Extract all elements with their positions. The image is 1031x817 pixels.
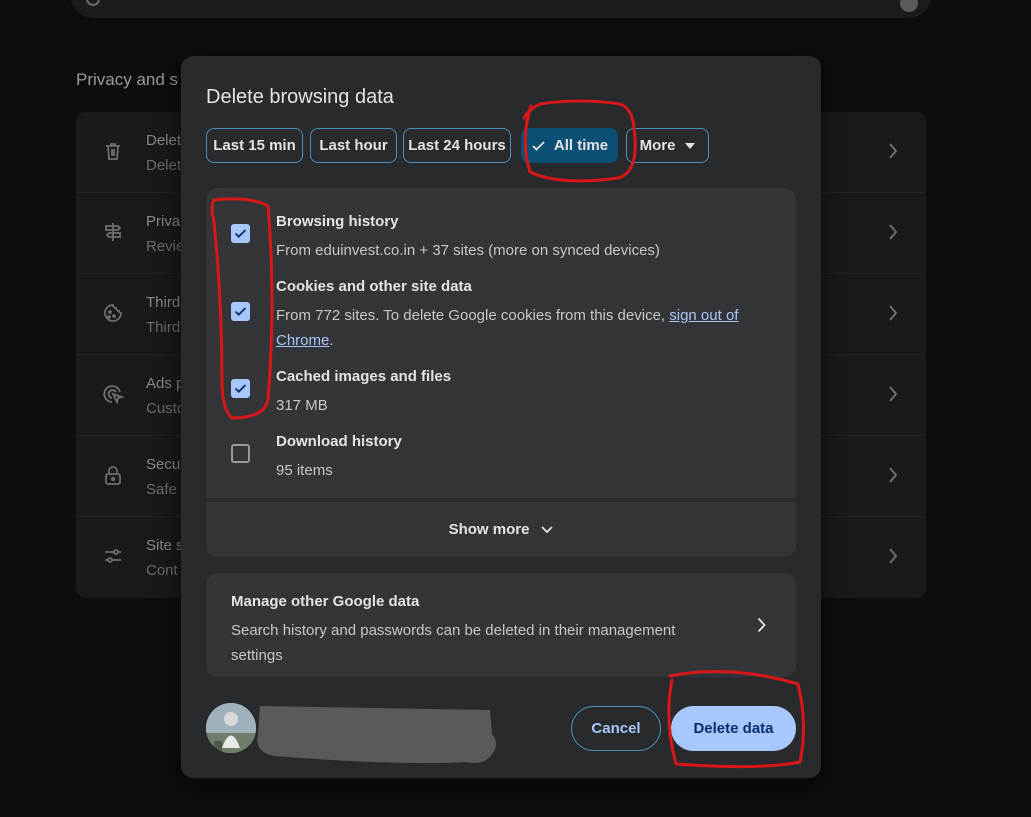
chip-last-15-min[interactable]: Last 15 min xyxy=(206,128,303,163)
clear-search-icon[interactable] xyxy=(900,0,918,12)
chevron-right-icon xyxy=(888,547,898,565)
chip-label: More xyxy=(639,137,676,154)
check-icon xyxy=(532,141,545,151)
chip-all-time[interactable]: All time xyxy=(521,128,618,163)
chip-last-hour[interactable]: Last hour xyxy=(310,128,397,163)
data-type-desc: From 772 sites. To delete Google cookies… xyxy=(276,303,776,353)
desc-text: . xyxy=(329,332,334,349)
chevron-right-icon xyxy=(888,466,898,484)
data-type-title: Browsing history xyxy=(276,213,399,230)
chevron-right-icon xyxy=(757,617,766,633)
manage-desc: Search history and passwords can be dele… xyxy=(231,622,676,664)
chevron-right-icon xyxy=(888,385,898,403)
chip-label: All time xyxy=(553,137,609,154)
cookies-checkbox[interactable] xyxy=(231,302,250,321)
lock-icon xyxy=(102,464,124,486)
delete-data-button[interactable]: Delete data xyxy=(671,706,796,751)
manage-other-google-data[interactable]: Manage other Google data Search history … xyxy=(206,573,796,677)
signpost-icon xyxy=(102,221,124,243)
chip-label: Last 15 min xyxy=(213,137,296,154)
cookie-icon xyxy=(102,302,124,324)
cancel-button[interactable]: Cancel xyxy=(571,706,661,751)
data-type-desc: 317 MB xyxy=(276,397,328,414)
caret-down-icon xyxy=(685,142,696,149)
avatar xyxy=(206,703,256,753)
manage-title: Manage other Google data xyxy=(231,593,420,610)
section-title: Privacy and s xyxy=(76,70,179,89)
browsing-history-checkbox[interactable] xyxy=(231,224,250,243)
sliders-icon xyxy=(102,545,124,567)
dialog-title: Delete browsing data xyxy=(206,86,394,108)
data-type-title: Cached images and files xyxy=(276,368,452,385)
chip-label: Last 24 hours xyxy=(408,137,506,154)
cached-images-checkbox[interactable] xyxy=(231,379,250,398)
desc-text: From 772 sites. To delete Google cookies… xyxy=(276,307,670,324)
account-name-redaction xyxy=(254,704,500,768)
chevron-down-icon xyxy=(541,525,554,533)
data-type-title: Cookies and other site data xyxy=(276,278,472,295)
chevron-right-icon xyxy=(888,142,898,160)
ads-cursor-icon xyxy=(102,383,126,405)
show-more-button[interactable]: Show more xyxy=(206,502,796,557)
show-more-label: Show more xyxy=(448,521,530,538)
settings-search-bar[interactable] xyxy=(70,0,932,18)
chip-label: Last hour xyxy=(319,137,388,154)
data-types-list: Browsing history From eduinvest.co.in + … xyxy=(206,188,796,498)
data-type-desc: 95 items xyxy=(276,462,333,479)
delete-browsing-data-dialog: Delete browsing data Last 15 min Last ho… xyxy=(181,56,821,778)
data-type-desc: From eduinvest.co.in + 37 sites (more on… xyxy=(276,242,660,259)
chip-last-24-hours[interactable]: Last 24 hours xyxy=(403,128,511,163)
download-history-checkbox[interactable] xyxy=(231,444,250,463)
trash-icon xyxy=(102,140,124,162)
search-icon xyxy=(86,0,100,6)
data-type-title: Download history xyxy=(276,433,402,450)
chip-more-dropdown[interactable]: More xyxy=(626,128,709,163)
chevron-right-icon xyxy=(888,304,898,322)
chevron-right-icon xyxy=(888,223,898,241)
